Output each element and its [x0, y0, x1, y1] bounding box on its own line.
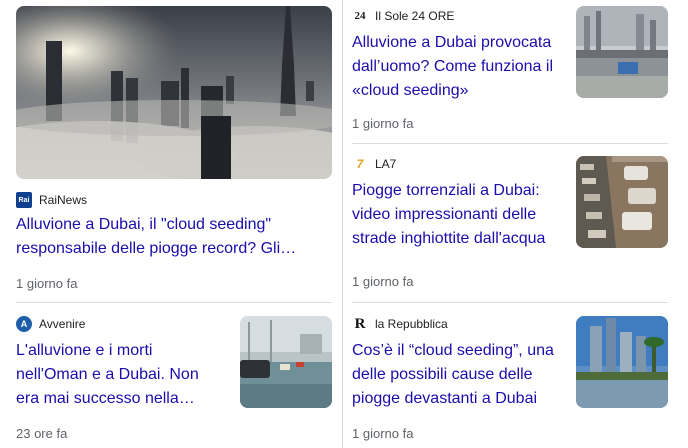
dubai-skyline-fog-image [16, 6, 332, 179]
flooded-street-cars-image [576, 156, 668, 248]
headline-line: nell'Oman e a Dubai. Non [16, 366, 199, 383]
news-headline[interactable]: Cos’è il “cloud seeding”, una delle poss… [352, 339, 562, 411]
news-source: Rai RaiNews [16, 192, 87, 208]
news-timestamp: 1 giorno fa [352, 116, 414, 131]
headline-line: era mai successo nella… [16, 390, 195, 407]
row-divider [352, 302, 668, 303]
dubai-flooded-highway-image [576, 6, 668, 98]
news-timestamp: 23 ore fa [16, 426, 68, 441]
news-source: 24 Il Sole 24 ORE [352, 8, 455, 24]
row-divider [16, 302, 332, 303]
headline-line: Piogge torrenziali a Dubai: [352, 182, 540, 199]
headline-line: piogge devastanti a Dubai [352, 390, 538, 407]
news-headline[interactable]: Alluvione a Dubai provocata dall’uomo? C… [352, 31, 562, 103]
news-source: R la Repubblica [352, 316, 448, 332]
news-headline[interactable]: Alluvione a Dubai, il "cloud seeding" re… [16, 213, 332, 261]
news-headline[interactable]: Piogge torrenziali a Dubai: video impres… [352, 179, 562, 251]
news-timestamp: 1 giorno fa [352, 426, 414, 441]
news-card-larepubblica[interactable]: R la Repubblica Cos’è il “cloud seeding”… [352, 314, 668, 444]
headline-line: dall’uomo? Come funziona il [352, 58, 553, 75]
avvenire-logo-icon: A [16, 316, 32, 332]
headline-line: Alluvione a Dubai, il "cloud seeding" [16, 216, 272, 233]
news-card-rainews[interactable]: Rai RaiNews Alluvione a Dubai, il "cloud… [16, 6, 332, 300]
column-divider [342, 0, 343, 448]
headline-line: strade inghiottite dall'acqua [352, 230, 546, 247]
news-source: A Avvenire [16, 316, 85, 332]
news-source-name: LA7 [375, 157, 397, 171]
headline-line: «cloud seeding» [352, 82, 469, 99]
news-timestamp: 1 giorno fa [352, 274, 414, 289]
news-source-name: la Repubblica [375, 317, 448, 331]
dubai-marina-flood-image [576, 316, 668, 408]
news-headline[interactable]: L'alluvione e i morti nell'Oman e a Duba… [16, 339, 226, 411]
headline-line: Cos’è il “cloud seeding”, una [352, 342, 554, 359]
rainews-logo-icon: Rai [16, 192, 32, 208]
news-source-name: Avvenire [39, 317, 86, 331]
news-card-la7[interactable]: 7 LA7 Piogge torrenziali a Dubai: video … [352, 154, 668, 294]
row-divider [352, 143, 668, 144]
ilsole24ore-logo-icon: 24 [354, 10, 366, 22]
headline-line: delle possibili cause delle [352, 366, 533, 383]
larepubblica-logo-icon: R [354, 315, 366, 332]
flooded-road-rain-image [240, 316, 332, 408]
news-source-name: RaiNews [39, 193, 88, 207]
la7-logo-icon: 7 [356, 157, 364, 171]
news-card-avvenire[interactable]: A Avvenire L'alluvione e i morti nell'Om… [16, 314, 332, 444]
news-timestamp: 1 giorno fa [16, 276, 78, 291]
headline-line: video impressionanti delle [352, 206, 537, 223]
headline-line: L'alluvione e i morti [16, 342, 153, 359]
news-card-ilsole24ore[interactable]: 24 Il Sole 24 ORE Alluvione a Dubai prov… [352, 6, 668, 136]
headline-line: Alluvione a Dubai provocata [352, 34, 552, 51]
headline-line: responsabile delle piogge record? Gli… [16, 240, 297, 257]
news-source: 7 LA7 [352, 156, 397, 172]
news-source-name: Il Sole 24 ORE [375, 9, 455, 23]
